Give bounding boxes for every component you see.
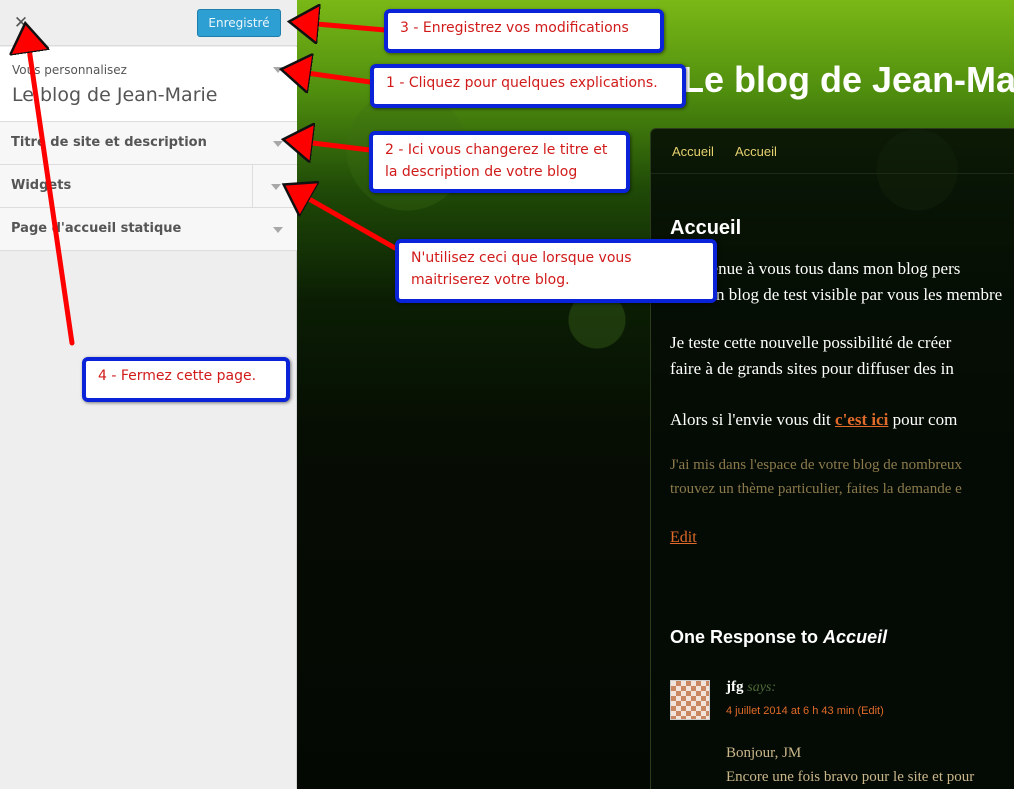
customizer-header: ✕ Enregistré [0,0,297,46]
paragraph-line: trouvez un thème particulier, faites la … [670,481,962,497]
paragraph-line: Je teste cette nouvelle possibilité de c… [670,333,952,352]
nav-link-accueil[interactable]: Accueil [672,144,714,159]
chevron-down-icon[interactable] [273,227,283,233]
comment-author: jfg says: [726,679,776,696]
customizing-label: Vous personnalisez [12,63,127,77]
comment-line: Encore une fois bravo pour le site et po… [726,769,975,785]
section-widgets[interactable]: Widgets [0,165,297,208]
cest-ici-link[interactable]: c'est ici [835,410,888,429]
annotation-widgets: N'utilisez ceci que lorsque vous maitris… [395,239,717,303]
section-title-description[interactable]: Titre de site et description [0,122,297,165]
site-preview: Le blog de Jean-Marie Accueil Accueil Ac… [297,0,1014,789]
paragraph-line: faire à de grands sites pour diffuser de… [670,359,954,378]
annotation-close: 4 - Fermez cette page. [82,357,290,402]
site-title[interactable]: Le blog de Jean-Marie [682,59,1014,101]
edit-link[interactable]: Edit [670,529,697,547]
comment-says: says: [747,680,777,695]
annotation-explanations: 1 - Cliquez pour quelques explications. [370,64,686,108]
save-button[interactable]: Enregistré [197,9,281,37]
responses-prefix: One Response to [670,627,819,647]
paragraph-text: pour com [892,410,958,429]
chevron-down-icon[interactable] [273,67,283,73]
section-label: Page d'accueil statique [11,221,182,236]
section-label: Widgets [11,178,72,193]
content-area: Accueil Accueil Accueil Bienvenue à vous… [650,128,1014,789]
paragraph-line: C'est un blog de test visible par vous l… [670,285,1003,304]
chevron-down-icon[interactable] [271,184,281,190]
responses-heading: One Response to Accueil [670,627,887,648]
comment-line: Bonjour, JM [726,745,802,761]
section-static-front-page[interactable]: Page d'accueil statique [0,208,297,251]
annotation-title-description: 2 - Ici vous changerez le titre et la de… [369,131,630,193]
customizing-blog-name: Le blog de Jean-Marie [12,84,218,106]
section-label: Titre de site et description [11,135,207,150]
close-icon[interactable]: ✕ [10,10,32,36]
paragraph-line: Alors si l'envie vous dit c'est ici pour… [670,410,957,430]
annotation-save: 3 - Enregistrez vos modifications [384,9,664,53]
responses-title: Accueil [823,627,888,647]
nav-bar: Accueil Accueil [651,129,1014,174]
paragraph-text: Alors si l'envie vous dit [670,410,831,429]
widgets-toggle[interactable] [252,165,297,208]
comment-date-link[interactable]: 4 juillet 2014 at 6 h 43 min (Edit) [726,705,884,717]
comment-author-name[interactable]: jfg [726,679,744,695]
customizer-info[interactable]: Vous personnalisez Le blog de Jean-Marie [0,47,297,122]
avatar [670,680,710,720]
paragraph-line: J'ai mis dans l'espace de votre blog de … [670,457,962,473]
nav-link-accueil[interactable]: Accueil [735,144,777,159]
chevron-down-icon[interactable] [273,141,283,147]
page-heading: Accueil [670,217,742,239]
